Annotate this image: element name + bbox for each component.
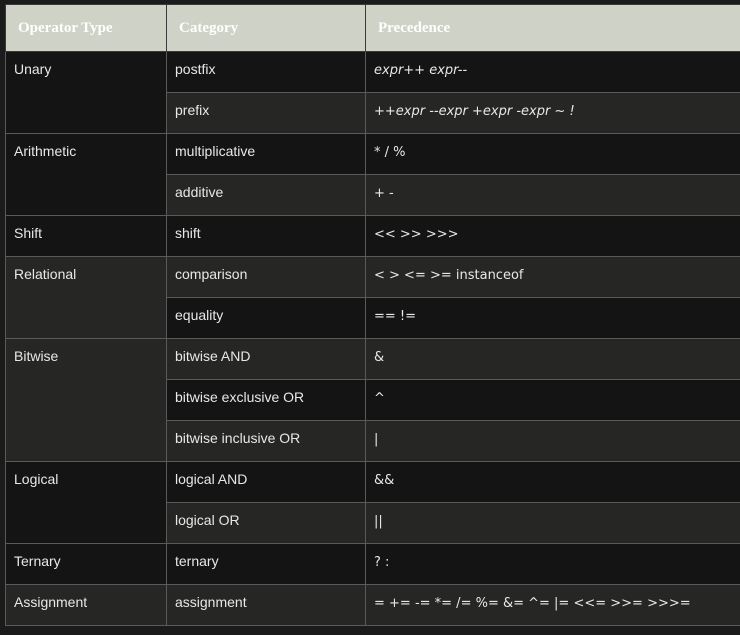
operator-type-cell: Relational (5, 256, 167, 339)
table-row: Relational comparison < > <= >= instance… (5, 256, 740, 339)
table-row: Assignment assignment = += -= *= /= %= &… (5, 584, 740, 626)
category-cell: assignment (166, 584, 366, 626)
category-cell: prefix (166, 92, 366, 134)
operator-type-cell: Logical (5, 461, 167, 544)
precedence-cell: << >> >>> (365, 215, 740, 257)
precedence-cell: ++expr --expr +expr -expr ~ ! (365, 92, 740, 134)
table-row: Logical logical AND && (5, 461, 740, 544)
header-operator-type: Operator Type (5, 4, 167, 52)
page-frame: Operator Type Category Precedence Unary … (0, 0, 740, 635)
precedence-cell: < > <= >= instanceof (365, 256, 740, 298)
operator-type-cell: Shift (5, 215, 167, 257)
precedence-cell: & (365, 338, 740, 380)
precedence-cell: || (365, 502, 740, 544)
precedence-cell: == != (365, 297, 740, 339)
precedence-cell: | (365, 420, 740, 462)
table-row: Arithmetic multiplicative * / % (5, 133, 740, 216)
category-cell: bitwise AND (166, 338, 366, 380)
precedence-cell: ? : (365, 543, 740, 585)
category-cell: equality (166, 297, 366, 339)
precedence-cell: * / % (365, 133, 740, 175)
precedence-cell: = += -= *= /= %= &= ^= |= <<= >>= >>>= (365, 584, 740, 626)
precedence-cell: + - (365, 174, 740, 216)
operator-type-cell: Bitwise (5, 338, 167, 462)
header-category: Category (166, 4, 366, 52)
operator-type-cell: Assignment (5, 584, 167, 626)
category-cell: shift (166, 215, 366, 257)
precedence-cell: ^ (365, 379, 740, 421)
category-cell: additive (166, 174, 366, 216)
table-header-row: Operator Type Category Precedence (5, 4, 740, 52)
category-cell: ternary (166, 543, 366, 585)
category-cell: bitwise inclusive OR (166, 420, 366, 462)
operator-type-cell: Arithmetic (5, 133, 167, 216)
precedence-cell: && (365, 461, 740, 503)
header-precedence: Precedence (365, 4, 740, 52)
category-cell: logical AND (166, 461, 366, 503)
precedence-cell: expr++ expr-- (365, 51, 740, 93)
category-cell: comparison (166, 256, 366, 298)
table-row: Shift shift << >> >>> (5, 215, 740, 257)
table-row: Ternary ternary ? : (5, 543, 740, 585)
category-cell: multiplicative (166, 133, 366, 175)
operator-type-cell: Ternary (5, 543, 167, 585)
category-cell: postfix (166, 51, 366, 93)
table-row: Unary postfix expr++ expr-- (5, 51, 740, 134)
category-cell: logical OR (166, 502, 366, 544)
operator-precedence-table: Operator Type Category Precedence Unary … (5, 4, 740, 626)
operator-type-cell: Unary (5, 51, 167, 134)
table-row: Bitwise bitwise AND & (5, 338, 740, 462)
category-cell: bitwise exclusive OR (166, 379, 366, 421)
